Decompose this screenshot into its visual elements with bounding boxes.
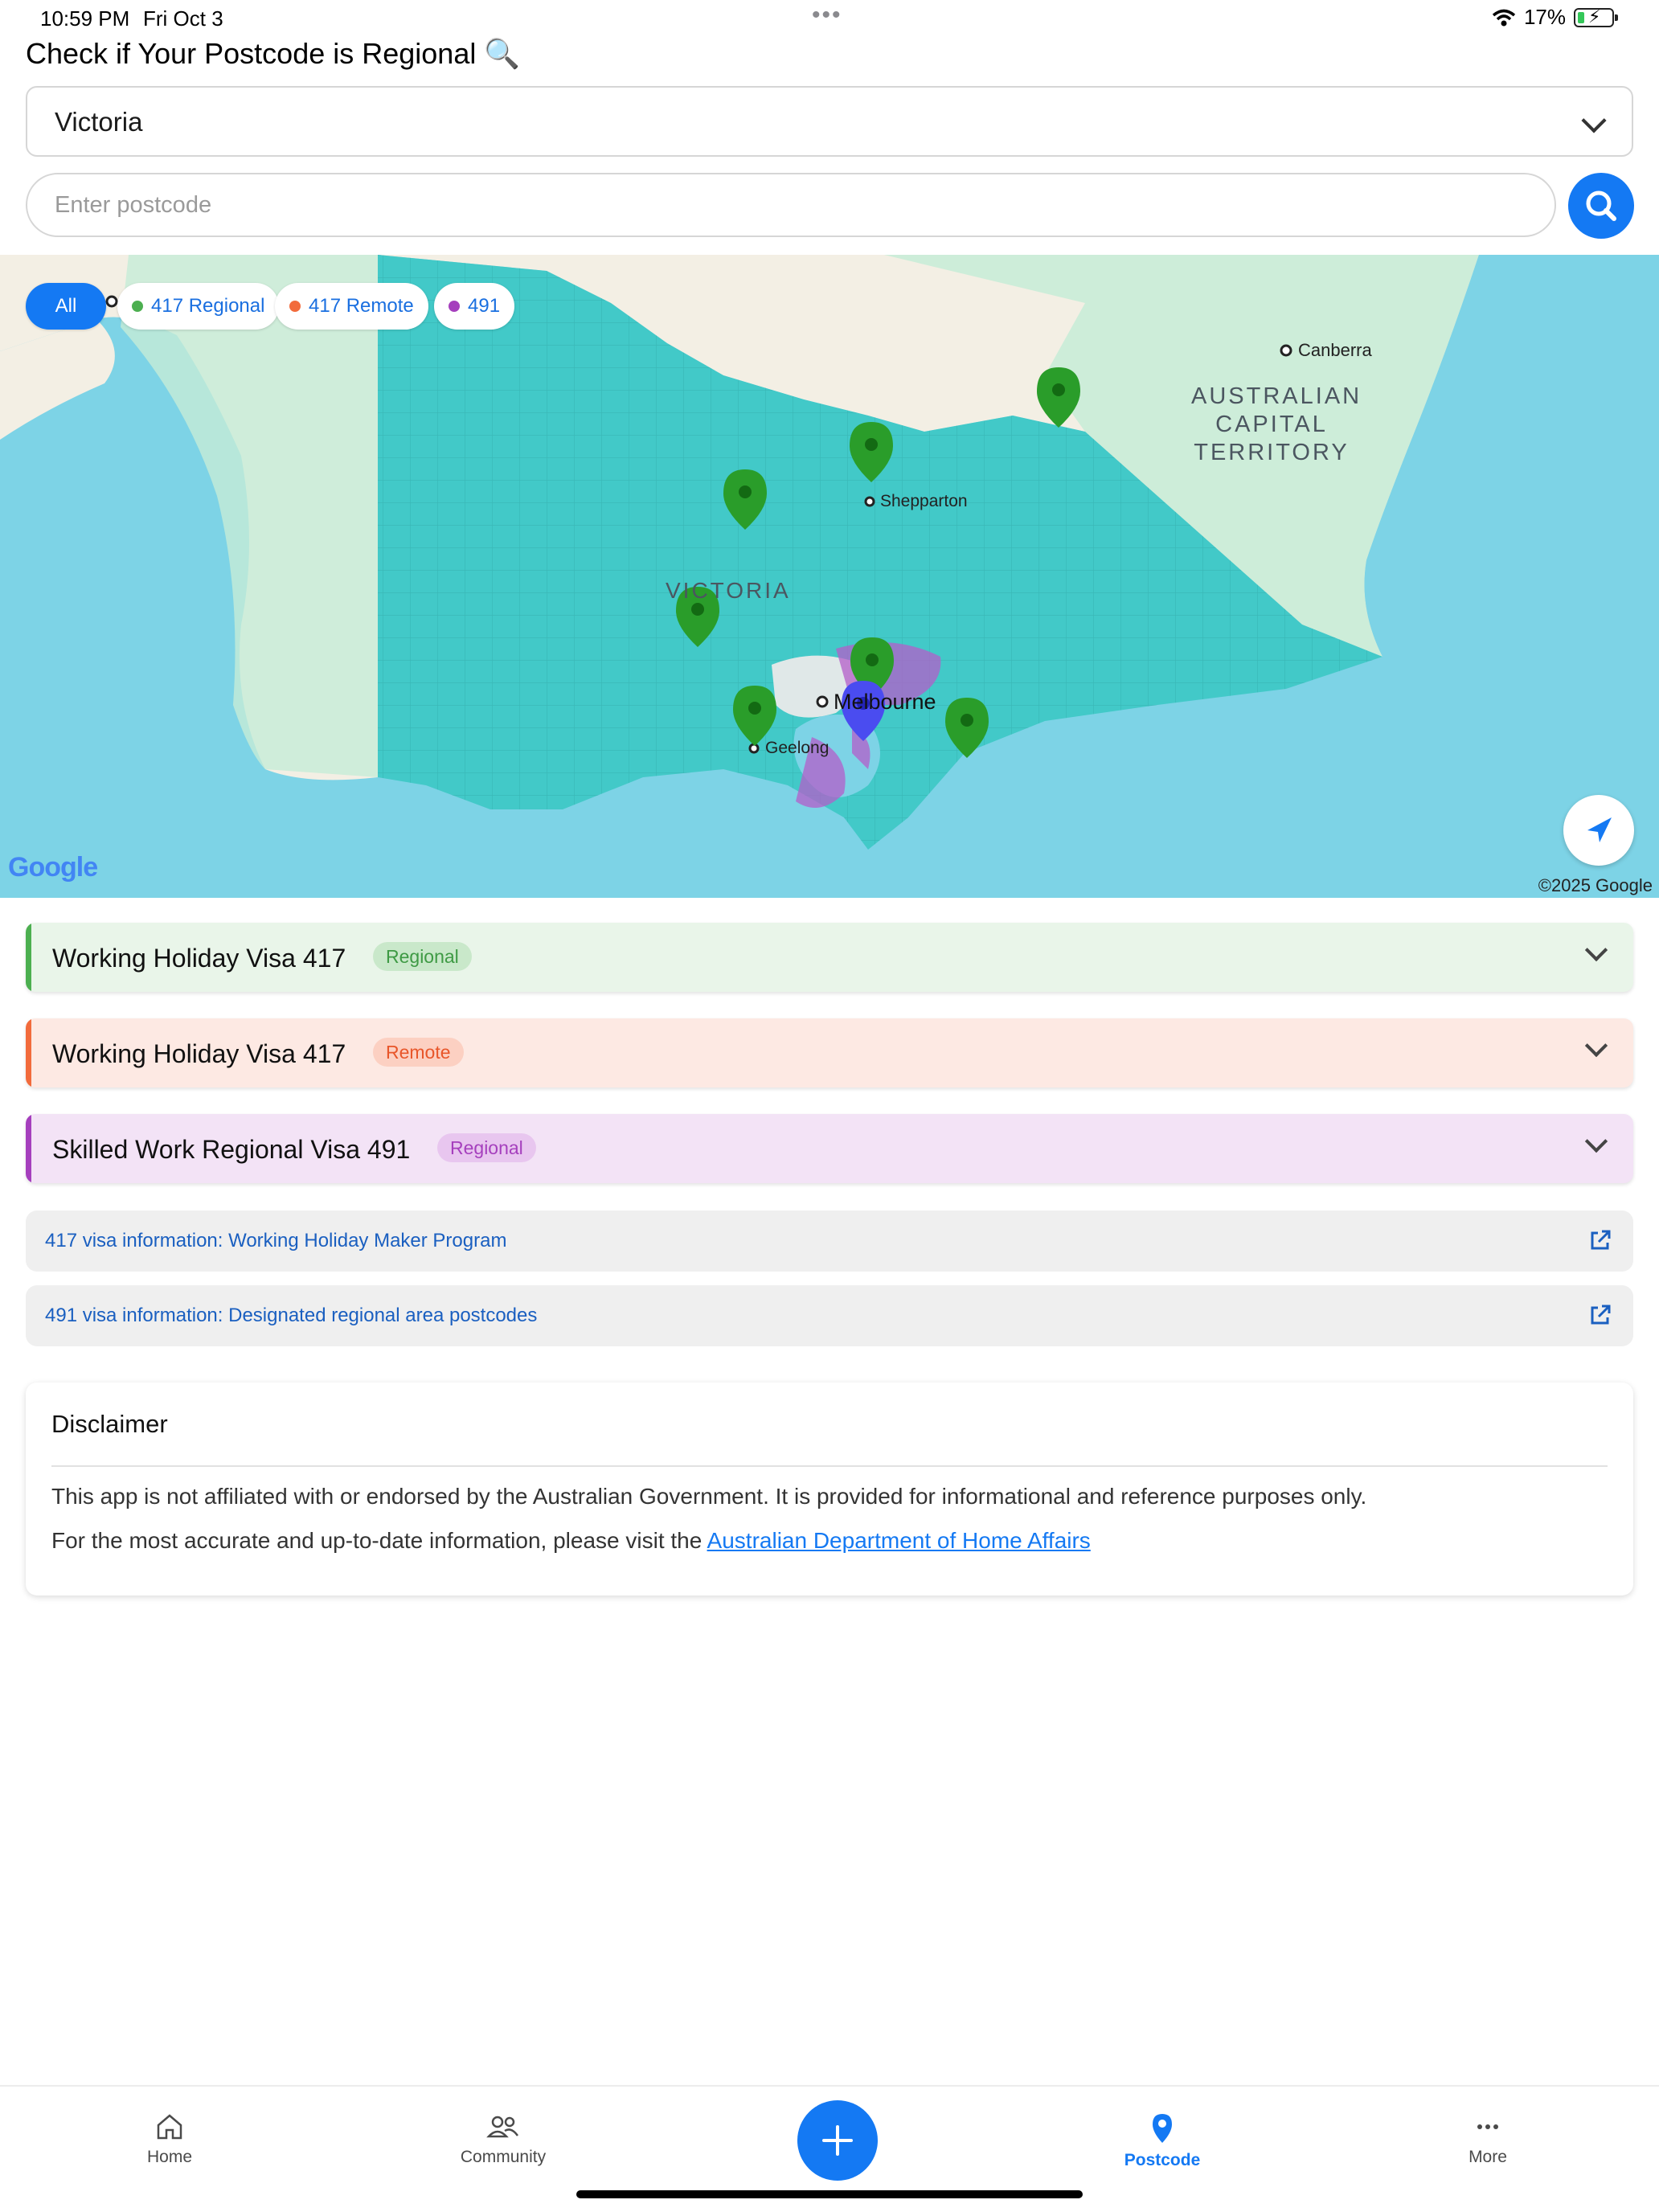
visa-card-417-remote[interactable]: Working Holiday Visa 417 Remote <box>26 1018 1633 1088</box>
home-affairs-link[interactable]: Australian Department of Home Affairs <box>707 1528 1091 1553</box>
tab-postcode-label: Postcode <box>1124 2151 1201 2169</box>
orange-dot-icon <box>289 301 301 312</box>
chevron-down-icon <box>1581 108 1607 133</box>
status-badge: Regional <box>373 942 472 971</box>
navigation-arrow-icon <box>1587 817 1612 842</box>
chevron-down-icon <box>1584 1129 1608 1153</box>
divider <box>51 1465 1608 1467</box>
home-indicator <box>576 2190 1083 2198</box>
disclaimer-visit-text: For the most accurate and up-to-date inf… <box>51 1528 1091 1554</box>
my-location-button[interactable] <box>1563 795 1634 866</box>
filter-chip-label: 417 Regional <box>151 295 265 317</box>
map-label-canberra: Canberra <box>1298 340 1372 360</box>
filter-chip-417-regional[interactable]: 417 Regional <box>117 283 280 330</box>
more-dots-icon <box>1477 2124 1498 2129</box>
postcode-input[interactable] <box>26 173 1556 237</box>
accent-bar <box>26 1018 31 1088</box>
filter-chip-label: 417 Remote <box>309 295 414 317</box>
visa-card-title: Working Holiday Visa 417 <box>52 944 346 973</box>
visa-card-491-regional[interactable]: Skilled Work Regional Visa 491 Regional <box>26 1114 1633 1183</box>
disclaimer-visit-prefix: For the most accurate and up-to-date inf… <box>51 1528 707 1553</box>
chevron-down-icon <box>1584 938 1608 962</box>
visa-card-417-regional[interactable]: Working Holiday Visa 417 Regional <box>26 923 1633 992</box>
external-link-icon <box>1591 1230 1611 1250</box>
google-logo-text: Google <box>8 852 98 883</box>
chevron-down-icon <box>1584 1034 1608 1058</box>
search-button[interactable] <box>1568 173 1634 239</box>
accent-bar <box>26 1114 31 1183</box>
search-icon <box>1586 190 1616 221</box>
map-copyright: ©2025 Google <box>1538 875 1653 895</box>
accent-bar <box>26 923 31 992</box>
visa-card-title: Working Holiday Visa 417 <box>52 1039 346 1068</box>
map-label-act-line1: AUSTRALIAN <box>1191 383 1362 409</box>
home-icon <box>157 2114 182 2140</box>
tab-home[interactable]: Home <box>89 2111 250 2167</box>
wifi-icon <box>1492 9 1516 26</box>
external-link-icon <box>1591 1305 1611 1325</box>
page-title: Check if Your Postcode is Regional 🔍 <box>26 37 521 70</box>
map-label-act: AUSTRALIAN CAPITAL TERRITORY <box>1191 383 1362 466</box>
state-select[interactable]: Victoria <box>26 86 1633 157</box>
map-label-geelong: Geelong <box>765 739 830 757</box>
map-canvas[interactable] <box>0 255 1659 898</box>
tab-community[interactable]: Community <box>423 2111 584 2167</box>
postcode-map[interactable]: Canberra AUSTRALIAN CAPITAL TERRITORY VI… <box>0 255 1659 898</box>
info-link-text: 491 visa information: Designated regiona… <box>45 1305 538 1326</box>
visa-card-title: Skilled Work Regional Visa 491 <box>52 1135 411 1164</box>
community-icon <box>486 2116 519 2138</box>
disclaimer-card: Disclaimer This app is not affiliated wi… <box>26 1382 1633 1596</box>
status-time: 10:59 PM <box>40 6 130 31</box>
status-right: 17% ⚡ <box>1492 5 1618 30</box>
tab-more[interactable]: More <box>1407 2111 1568 2167</box>
multitasking-dots-icon[interactable]: ••• <box>812 2 842 29</box>
status-badge: Regional <box>437 1133 536 1162</box>
battery-percent: 17% <box>1523 5 1566 29</box>
map-label-act-line3: TERRITORY <box>1194 440 1350 465</box>
filter-chip-all-label: All <box>55 295 77 317</box>
status-badge: Remote <box>373 1038 464 1067</box>
purple-dot-icon <box>449 301 460 312</box>
disclaimer-text: This app is not affiliated with or endor… <box>51 1484 1367 1509</box>
location-pin-icon <box>1153 2114 1172 2143</box>
disclaimer-title: Disclaimer <box>51 1410 168 1438</box>
filter-chip-label: 491 <box>468 295 501 317</box>
tab-home-label: Home <box>146 2148 193 2166</box>
map-label-melbourne: Melbourne <box>834 690 936 714</box>
map-label-shepparton: Shepparton <box>880 492 968 510</box>
filter-chip-all[interactable]: All <box>26 283 106 330</box>
info-link-text: 417 visa information: Working Holiday Ma… <box>45 1230 507 1251</box>
tab-community-label: Community <box>460 2148 547 2166</box>
plus-icon <box>822 2125 853 2156</box>
tab-postcode[interactable]: Postcode <box>1082 2111 1243 2170</box>
info-link-417[interactable]: 417 visa information: Working Holiday Ma… <box>26 1210 1633 1272</box>
state-select-value: Victoria <box>55 107 143 137</box>
status-bar: 10:59 PM Fri Oct 3 ••• 17% ⚡ <box>0 0 1659 39</box>
filter-chip-417-remote[interactable]: 417 Remote <box>275 283 428 330</box>
status-date: Fri Oct 3 <box>143 6 223 31</box>
tab-more-label: More <box>1469 2148 1507 2166</box>
map-label-victoria: VICTORIA <box>666 578 791 603</box>
info-link-491[interactable]: 491 visa information: Designated regiona… <box>26 1285 1633 1346</box>
green-dot-icon <box>132 301 143 312</box>
map-label-act-line2: CAPITAL <box>1215 412 1328 437</box>
battery-icon: ⚡ <box>1574 6 1618 27</box>
google-logo: Google <box>8 852 98 883</box>
add-button[interactable] <box>797 2100 878 2181</box>
filter-chip-491[interactable]: 491 <box>434 283 515 330</box>
